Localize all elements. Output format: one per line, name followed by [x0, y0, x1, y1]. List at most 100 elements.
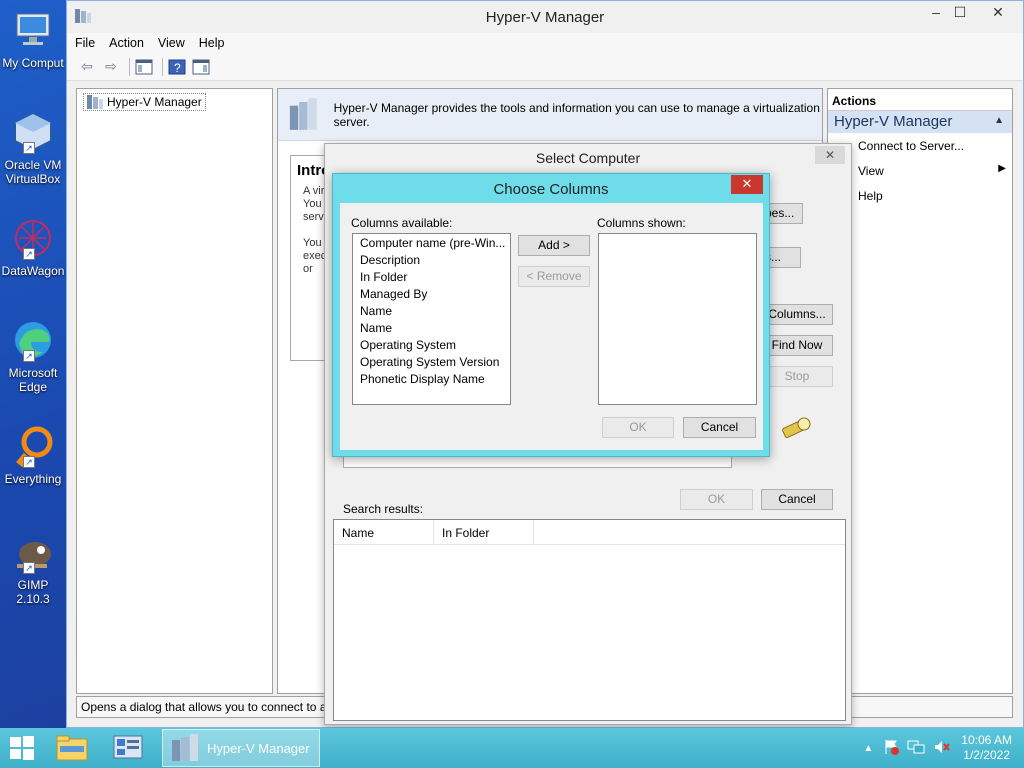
- ok-button[interactable]: OK: [680, 489, 753, 510]
- action-center-flag-icon[interactable]: [883, 739, 900, 758]
- gimp-icon: ↗: [11, 530, 55, 574]
- taskbar-server-manager[interactable]: [100, 728, 156, 768]
- menu-action[interactable]: Action: [109, 36, 144, 50]
- show-hide-action-pane-icon[interactable]: [191, 57, 211, 77]
- columns-button[interactable]: Columns...: [761, 304, 833, 325]
- action-view[interactable]: View ▶: [828, 158, 1012, 183]
- taskbar-clock[interactable]: 10:06 AM 1/2/2022: [961, 733, 1012, 763]
- column-header-in-folder[interactable]: In Folder: [434, 520, 534, 544]
- help-icon[interactable]: ?: [167, 57, 187, 77]
- desktop-icon-everything[interactable]: ↗ Everything: [0, 424, 66, 486]
- computer-icon: [11, 8, 55, 52]
- submenu-arrow-icon: ▶: [998, 163, 1006, 174]
- action-help[interactable]: Help: [828, 183, 1012, 208]
- desktop-icon-virtualbox[interactable]: ↗ Oracle VM VirtualBox: [0, 110, 66, 186]
- clock-time: 10:06 AM: [961, 733, 1012, 747]
- desktop-icon-my-computer[interactable]: My Comput: [0, 8, 66, 70]
- start-button[interactable]: [0, 728, 44, 768]
- cancel-button[interactable]: Cancel: [683, 417, 756, 438]
- forward-arrow-icon[interactable]: ⇨: [101, 57, 121, 77]
- close-button[interactable]: ✕: [981, 1, 1015, 25]
- show-hidden-icons-icon[interactable]: ▲: [863, 743, 873, 754]
- maximize-button[interactable]: ☐: [943, 1, 977, 25]
- toolbar-separator: [162, 57, 163, 76]
- tree-item-label: Hyper-V Manager: [107, 95, 202, 109]
- desktop-icon-label: GIMP 2.10.3: [16, 578, 50, 606]
- tree-item-hyperv-manager[interactable]: Hyper-V Manager: [83, 93, 206, 111]
- search-flashlight-icon: [779, 414, 813, 445]
- ok-button[interactable]: OK: [602, 417, 674, 438]
- clock-date: 1/2/2022: [963, 748, 1010, 762]
- choose-columns-dialog: Choose Columns ✕ Columns available: Colu…: [332, 173, 770, 457]
- list-item[interactable]: Managed By: [353, 286, 510, 303]
- menu-help[interactable]: Help: [199, 36, 225, 50]
- list-item[interactable]: Operating System Version: [353, 354, 510, 371]
- desktop-icon-label: Oracle VM VirtualBox: [4, 158, 62, 186]
- menu-view[interactable]: View: [158, 36, 185, 50]
- desktop-icon-datawagon[interactable]: ↗ DataWagon: [0, 216, 66, 278]
- back-arrow-icon[interactable]: ⇦: [77, 57, 97, 77]
- column-header-name[interactable]: Name: [334, 520, 434, 544]
- taskbar-file-explorer[interactable]: [44, 728, 100, 768]
- server-icon: [87, 95, 103, 109]
- desktop-icon-label: Everything: [4, 472, 62, 486]
- windows-logo-icon: [10, 736, 34, 760]
- remove-button[interactable]: < Remove: [518, 266, 590, 287]
- desktop-icon-label: DataWagon: [1, 264, 65, 278]
- list-item[interactable]: Description: [353, 252, 510, 269]
- taskbar-app-label: Hyper-V Manager: [207, 740, 310, 756]
- edge-icon: ↗: [11, 318, 55, 362]
- list-item[interactable]: Name: [353, 320, 510, 337]
- desktop-icon-gimp[interactable]: ↗ GIMP 2.10.3: [0, 530, 66, 606]
- datawagon-icon: ↗: [11, 216, 55, 260]
- cancel-button[interactable]: Cancel: [761, 489, 833, 510]
- actions-subheading[interactable]: Hyper-V Manager ▲: [828, 111, 1012, 133]
- toolbar: ⇦ ⇨ ?: [67, 53, 1023, 81]
- dialog-body: Columns available: Columns shown: Comput…: [340, 203, 763, 450]
- collapse-up-icon[interactable]: ▲: [994, 115, 1004, 126]
- title-bar: Hyper-V Manager – ☐ ✕: [67, 1, 1023, 33]
- action-label: Connect to Server...: [858, 139, 965, 153]
- taskbar: Hyper-V Manager ▲ 10:06 AM 1/2/2022: [0, 728, 1024, 768]
- everything-icon: ↗: [11, 424, 55, 468]
- list-item[interactable]: Name: [353, 303, 510, 320]
- columns-available-list[interactable]: Computer name (pre-Win... Description In…: [352, 233, 511, 405]
- actions-subheading-label: Hyper-V Manager: [834, 113, 953, 130]
- action-label: Help: [858, 189, 883, 203]
- virtualbox-icon: ↗: [11, 110, 55, 154]
- toolbar-separator: [129, 57, 130, 76]
- center-header-text: Hyper-V Manager provides the tools and i…: [333, 100, 820, 129]
- find-now-button[interactable]: Find Now: [761, 335, 833, 356]
- columns-shown-list[interactable]: [598, 233, 757, 405]
- dialog-title: Choose Columns: [493, 181, 609, 198]
- taskbar-hyperv-manager[interactable]: Hyper-V Manager: [162, 729, 320, 767]
- close-button[interactable]: ✕: [731, 175, 763, 194]
- list-item[interactable]: Operating System: [353, 337, 510, 354]
- stop-button[interactable]: Stop: [761, 366, 833, 387]
- hyperv-server-icon: [172, 734, 198, 761]
- search-results-table[interactable]: Name In Folder: [333, 519, 846, 721]
- show-hide-tree-icon[interactable]: [134, 57, 154, 77]
- action-connect-to-server[interactable]: Connect to Server...: [828, 133, 1012, 158]
- system-tray: ▲ 10:06 AM 1/2/2022: [863, 728, 1024, 768]
- desktop-icon-edge[interactable]: ↗ Microsoft Edge: [0, 318, 66, 394]
- close-button[interactable]: ✕: [815, 146, 845, 164]
- search-results-label: Search results:: [343, 502, 424, 516]
- add-button[interactable]: Add >: [518, 235, 590, 256]
- list-item[interactable]: Phonetic Display Name: [353, 371, 510, 388]
- list-item[interactable]: In Folder: [353, 269, 510, 286]
- actions-pane: Actions Hyper-V Manager ▲ Connect to Ser…: [827, 88, 1013, 694]
- actions-heading: Actions: [828, 89, 1012, 111]
- list-item[interactable]: Computer name (pre-Win...: [353, 235, 510, 252]
- center-header: Hyper-V Manager provides the tools and i…: [278, 89, 822, 141]
- results-header: Name In Folder: [334, 520, 845, 545]
- desktop-icon-label: My Comput: [2, 56, 64, 70]
- columns-available-label: Columns available:: [351, 216, 453, 230]
- network-icon[interactable]: [907, 739, 925, 758]
- volume-muted-icon[interactable]: [933, 739, 951, 758]
- dialog-title: Select Computer: [535, 150, 641, 166]
- window-title: Hyper-V Manager: [485, 8, 605, 26]
- columns-shown-label: Columns shown:: [597, 216, 686, 230]
- menu-file[interactable]: File: [75, 36, 95, 50]
- menu-bar: File Action View Help: [67, 33, 1023, 53]
